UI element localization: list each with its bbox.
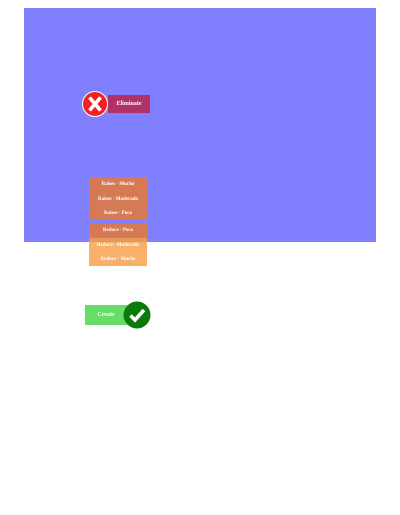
check-icon[interactable] xyxy=(123,301,151,329)
eliminate-button[interactable]: Eliminate xyxy=(108,95,150,113)
option-raises-poco[interactable]: Raises · Poco xyxy=(89,206,147,220)
x-icon[interactable] xyxy=(82,91,108,117)
option-reduce-moderado[interactable]: Reduce · Moderado xyxy=(89,238,147,252)
create-button[interactable]: Create xyxy=(85,305,127,325)
option-raises-moderado[interactable]: Raises · Moderado xyxy=(89,192,147,206)
option-reduce-poco[interactable]: Reduce · Poco xyxy=(89,223,147,238)
option-raises-mucho[interactable]: Raises · Mucho xyxy=(89,177,147,192)
blue-panel xyxy=(24,8,376,242)
canvas: Eliminate Raises · Mucho Raises · Modera… xyxy=(0,0,400,515)
option-reduce-mucho[interactable]: Reduce · Mucho xyxy=(89,252,147,266)
